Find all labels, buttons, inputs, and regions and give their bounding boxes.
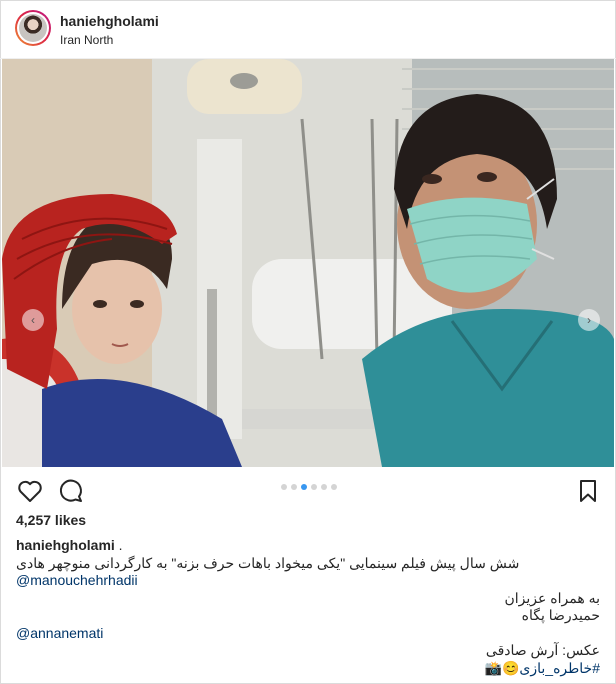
caption-author[interactable]: haniehgholami <box>16 537 115 553</box>
carousel-dot <box>331 484 337 490</box>
caption-author-suffix: . <box>114 537 123 553</box>
photo-illustration <box>2 59 614 467</box>
post-photo[interactable]: ‹ › <box>2 59 614 467</box>
likes-count[interactable]: 4,257 likes <box>16 512 86 528</box>
action-bar <box>0 467 616 511</box>
carousel-dot <box>291 484 297 490</box>
carousel-dot-active <box>301 484 307 490</box>
carousel-dot <box>281 484 287 490</box>
caption-line: حمیدرضا پگاه <box>521 607 600 623</box>
carousel-indicator <box>281 484 341 490</box>
bookmark-icon[interactable] <box>574 477 602 505</box>
mention-link[interactable]: @manouchehrhadii <box>16 572 600 590</box>
carousel-dot <box>311 484 317 490</box>
caption: haniehgholami . شش سال پیش فیلم سینمایی … <box>16 537 600 677</box>
carousel-dot <box>321 484 327 490</box>
comment-icon[interactable] <box>57 477 85 505</box>
username-link[interactable]: haniehgholami <box>60 13 159 29</box>
chevron-right-icon[interactable]: › <box>578 309 600 331</box>
avatar[interactable] <box>15 10 51 46</box>
location-link[interactable]: Iran North <box>60 33 113 47</box>
chevron-left-icon[interactable]: ‹ <box>22 309 44 331</box>
post-header: haniehgholami Iran North <box>0 0 616 59</box>
caption-line: به همراه عزیزان <box>504 589 600 606</box>
caption-line: شش سال پیش فیلم سینمایی "یکی میخواد باها… <box>16 554 520 571</box>
hashtag-link[interactable]: #خاطره_بازی😊📸 <box>16 660 600 678</box>
heart-icon[interactable] <box>16 477 44 505</box>
mention-link[interactable]: @annanemati <box>16 625 600 643</box>
caption-line: عکس: آرش صادقی <box>485 642 600 658</box>
